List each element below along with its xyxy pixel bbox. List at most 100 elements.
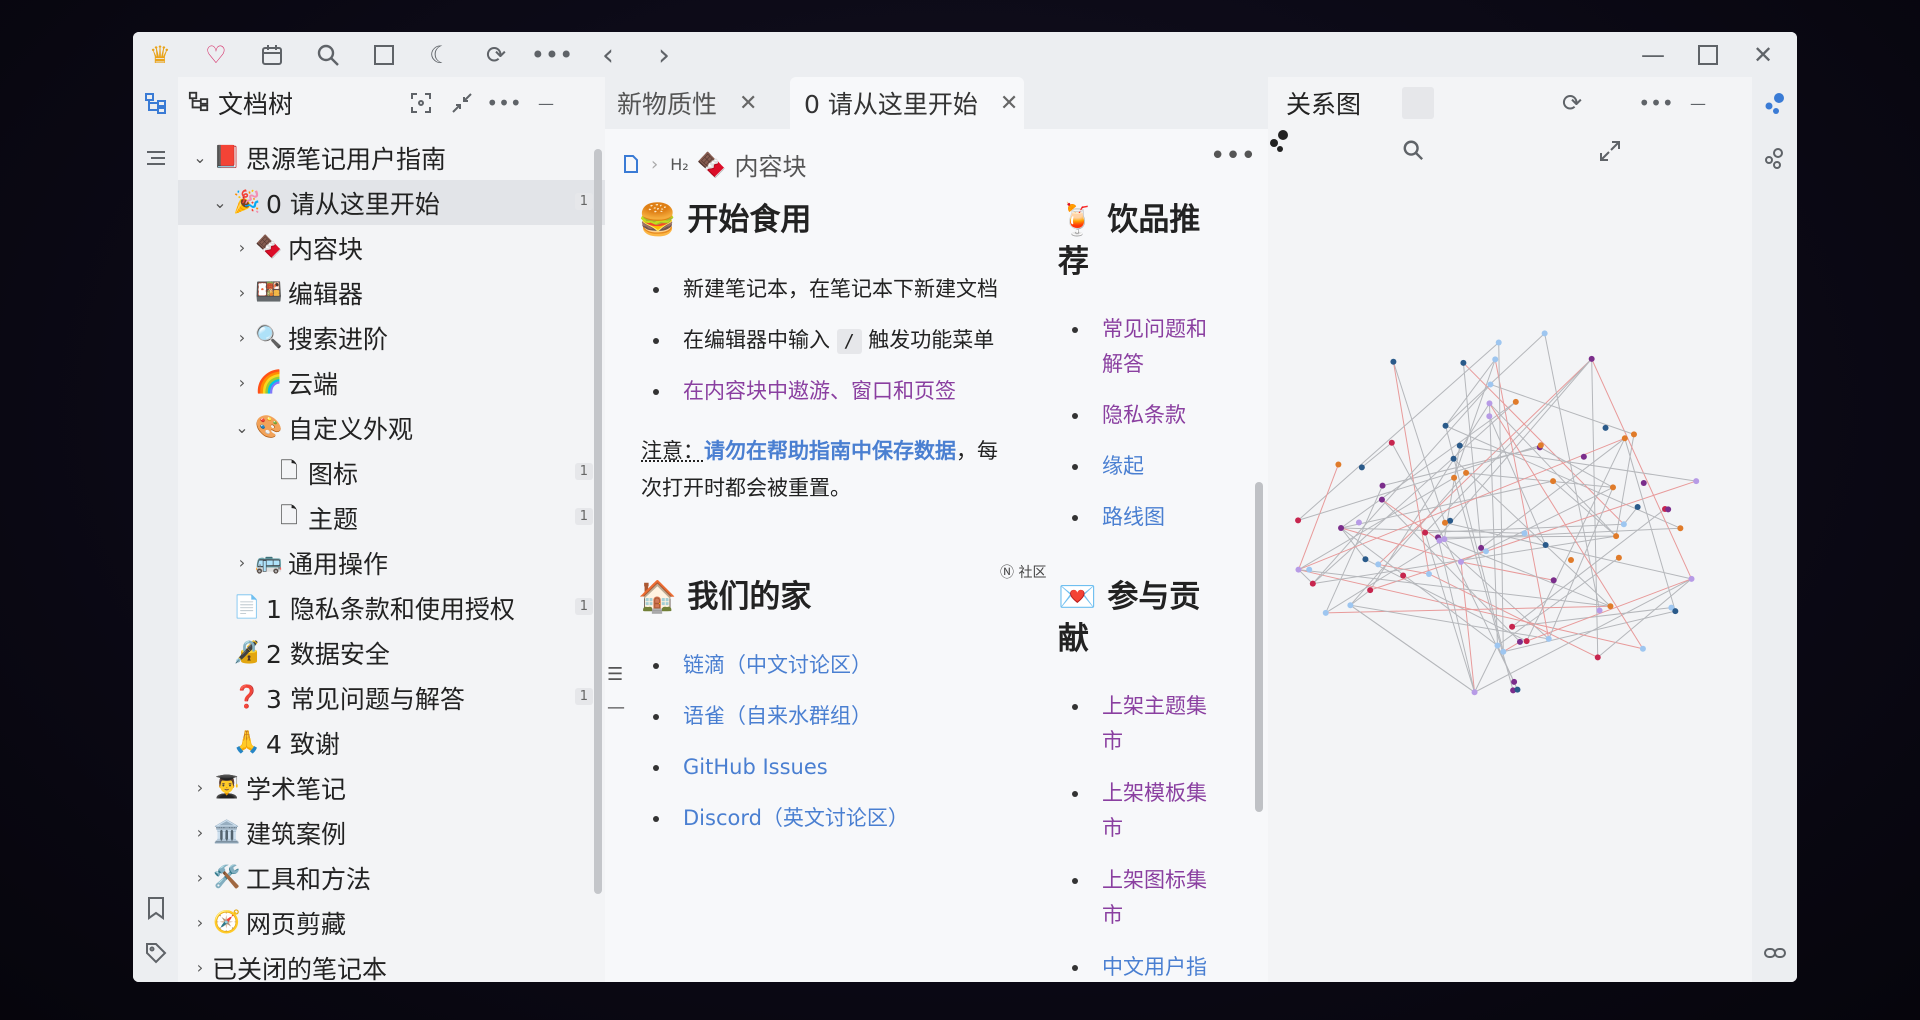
doc-emoji-icon[interactable]: 🔍 [254, 325, 284, 350]
graph-node[interactable] [1487, 381, 1494, 388]
graph-node[interactable] [1511, 678, 1518, 685]
chevron-right-icon[interactable]: › [188, 823, 212, 842]
search-icon[interactable] [313, 40, 343, 70]
link-yuque[interactable]: 语雀（自来水群组） [653, 699, 872, 734]
graph-node[interactable] [1512, 398, 1519, 405]
tree-item[interactable]: › 🧭 网页剪藏 [178, 900, 605, 945]
relationship-graph[interactable] [1268, 129, 1752, 982]
graph-node[interactable] [1567, 557, 1574, 564]
editor[interactable]: › H₂ 🍫 内容块 ••• 🍔 开始食用 新建笔记本，在笔记本下新建文档 在编… [605, 129, 1268, 982]
chevron-right-icon[interactable]: › [230, 328, 254, 347]
graph-node[interactable] [1550, 478, 1557, 485]
graph-node[interactable] [1388, 439, 1395, 446]
graph-node[interactable] [1463, 469, 1470, 476]
graph-node[interactable] [1509, 623, 1516, 630]
list-item-link[interactable]: 在内容块中遨游、窗口和页签 [653, 374, 956, 409]
close-icon[interactable]: ✕ [1748, 40, 1778, 70]
graph-node[interactable] [1580, 453, 1587, 460]
graph-icon[interactable] [1759, 87, 1791, 119]
chevron-down-icon[interactable]: ⌄ [208, 193, 232, 212]
doc-emoji-icon[interactable]: 🎨 [254, 415, 284, 440]
graph-node[interactable] [1613, 533, 1620, 540]
doc-emoji-icon[interactable]: 🏛️ [212, 820, 242, 845]
tree-item[interactable]: › 🛠️ 工具和方法 [178, 855, 605, 900]
graph-node[interactable] [1378, 496, 1385, 503]
graph-node[interactable] [1335, 461, 1342, 468]
graph-node[interactable] [1621, 435, 1628, 442]
graph-node[interactable] [1450, 455, 1457, 462]
graph-node[interactable] [1456, 442, 1463, 449]
chevron-down-icon[interactable]: ⌄ [188, 148, 212, 167]
graph-node[interactable] [1495, 339, 1502, 346]
link-faq[interactable]: 常见问题和 解答 [1072, 312, 1207, 382]
graph-node[interactable] [1620, 521, 1627, 528]
ref-count-badge[interactable]: 1 [574, 463, 593, 480]
tree-item[interactable]: › 🍱 编辑器 [178, 270, 605, 315]
moon-icon[interactable]: ☾ [425, 40, 455, 70]
graph-node[interactable] [1693, 478, 1700, 485]
graph-node[interactable] [1665, 506, 1672, 513]
graph-node[interactable] [1486, 413, 1493, 420]
graph-node[interactable] [1494, 642, 1501, 649]
graph-node[interactable] [1362, 556, 1369, 563]
chevron-right-icon[interactable]: › [188, 868, 212, 887]
link-origin[interactable]: 缘起 [1072, 449, 1144, 484]
heading-start[interactable]: 🍔 开始食用 [638, 199, 811, 241]
doc-emoji-icon[interactable]: 👨‍🎓 [212, 775, 242, 800]
minimize-panel-icon[interactable]: — [530, 87, 562, 119]
tree-item[interactable]: › 🍫 内容块 [178, 225, 605, 270]
graph-node[interactable] [1355, 519, 1362, 526]
chevron-right-icon[interactable]: › [188, 958, 212, 977]
bookmark-icon[interactable] [140, 892, 172, 924]
graph-node[interactable] [1516, 638, 1523, 645]
sync-icon[interactable]: ⟳ [481, 40, 511, 70]
graph-node[interactable] [1688, 575, 1695, 582]
minimize-panel-icon[interactable]: — [1682, 87, 1714, 119]
ref-count-badge[interactable]: 1 [574, 598, 593, 615]
doc-emoji-icon[interactable]: 🧭 [212, 910, 242, 935]
minimize-icon[interactable]: — [1638, 40, 1668, 70]
link-privacy[interactable]: 隐私条款 [1072, 398, 1186, 433]
graph-node[interactable] [1514, 686, 1521, 693]
forward-icon[interactable]: › [649, 38, 679, 73]
graph-node[interactable] [1615, 554, 1622, 561]
graph-node[interactable] [1422, 529, 1429, 536]
more-icon[interactable]: ••• [486, 87, 521, 119]
doc-emoji-icon[interactable]: 🍱 [254, 280, 284, 305]
tree-item[interactable]: 📄 1 隐私条款和使用授权 1 [178, 585, 605, 630]
doc-emoji-icon[interactable]: 🚌 [254, 550, 284, 575]
graph-node[interactable] [1486, 400, 1493, 407]
graph-node[interactable] [1545, 635, 1552, 642]
graph-node[interactable] [1442, 422, 1449, 429]
more-icon[interactable]: ••• [1638, 87, 1673, 119]
list-item[interactable]: 在编辑器中输入 / 触发功能菜单 [652, 323, 994, 359]
doc-emoji-icon[interactable]: 🗋 [274, 499, 304, 537]
tree-item[interactable]: ⌄ 🎨 自定义外观 [178, 405, 605, 450]
focus-icon[interactable] [405, 87, 437, 119]
graph-node[interactable] [1541, 330, 1548, 337]
graph-node[interactable] [1451, 474, 1458, 481]
tab-new-materiality[interactable]: 新物质性 ✕ [605, 77, 787, 129]
doc-emoji-icon[interactable]: 📄 [232, 595, 262, 620]
fullscreen-icon[interactable] [1598, 87, 1630, 161]
heading-home[interactable]: 🏠 我们的家 [638, 576, 811, 618]
tree-item[interactable]: › 🚌 通用操作 [178, 540, 605, 585]
more-icon[interactable]: ••• [531, 40, 573, 70]
graph-node[interactable] [1482, 548, 1489, 555]
chevron-right-icon[interactable]: › [188, 913, 212, 932]
graph-node[interactable] [1672, 608, 1679, 615]
graph-node[interactable] [1338, 524, 1345, 531]
document-icon[interactable] [623, 151, 639, 179]
graph-node[interactable] [1441, 536, 1448, 543]
chevron-right-icon[interactable]: › [230, 283, 254, 302]
editor-scrollbar[interactable] [1255, 482, 1263, 812]
graph-node[interactable] [1322, 609, 1329, 616]
tree-item[interactable]: 🗋 主题 1 [178, 495, 605, 540]
link-theme-bazaar[interactable]: 上架主题集市 [1072, 689, 1207, 759]
graph-node[interactable] [1609, 484, 1616, 491]
graph-node[interactable] [1447, 517, 1454, 524]
tree-item[interactable]: 🔏 2 数据安全 [178, 630, 605, 675]
graph-node[interactable] [1358, 464, 1365, 471]
graph-node[interactable] [1523, 638, 1530, 645]
block-list-icon[interactable]: ☰ [607, 664, 623, 685]
